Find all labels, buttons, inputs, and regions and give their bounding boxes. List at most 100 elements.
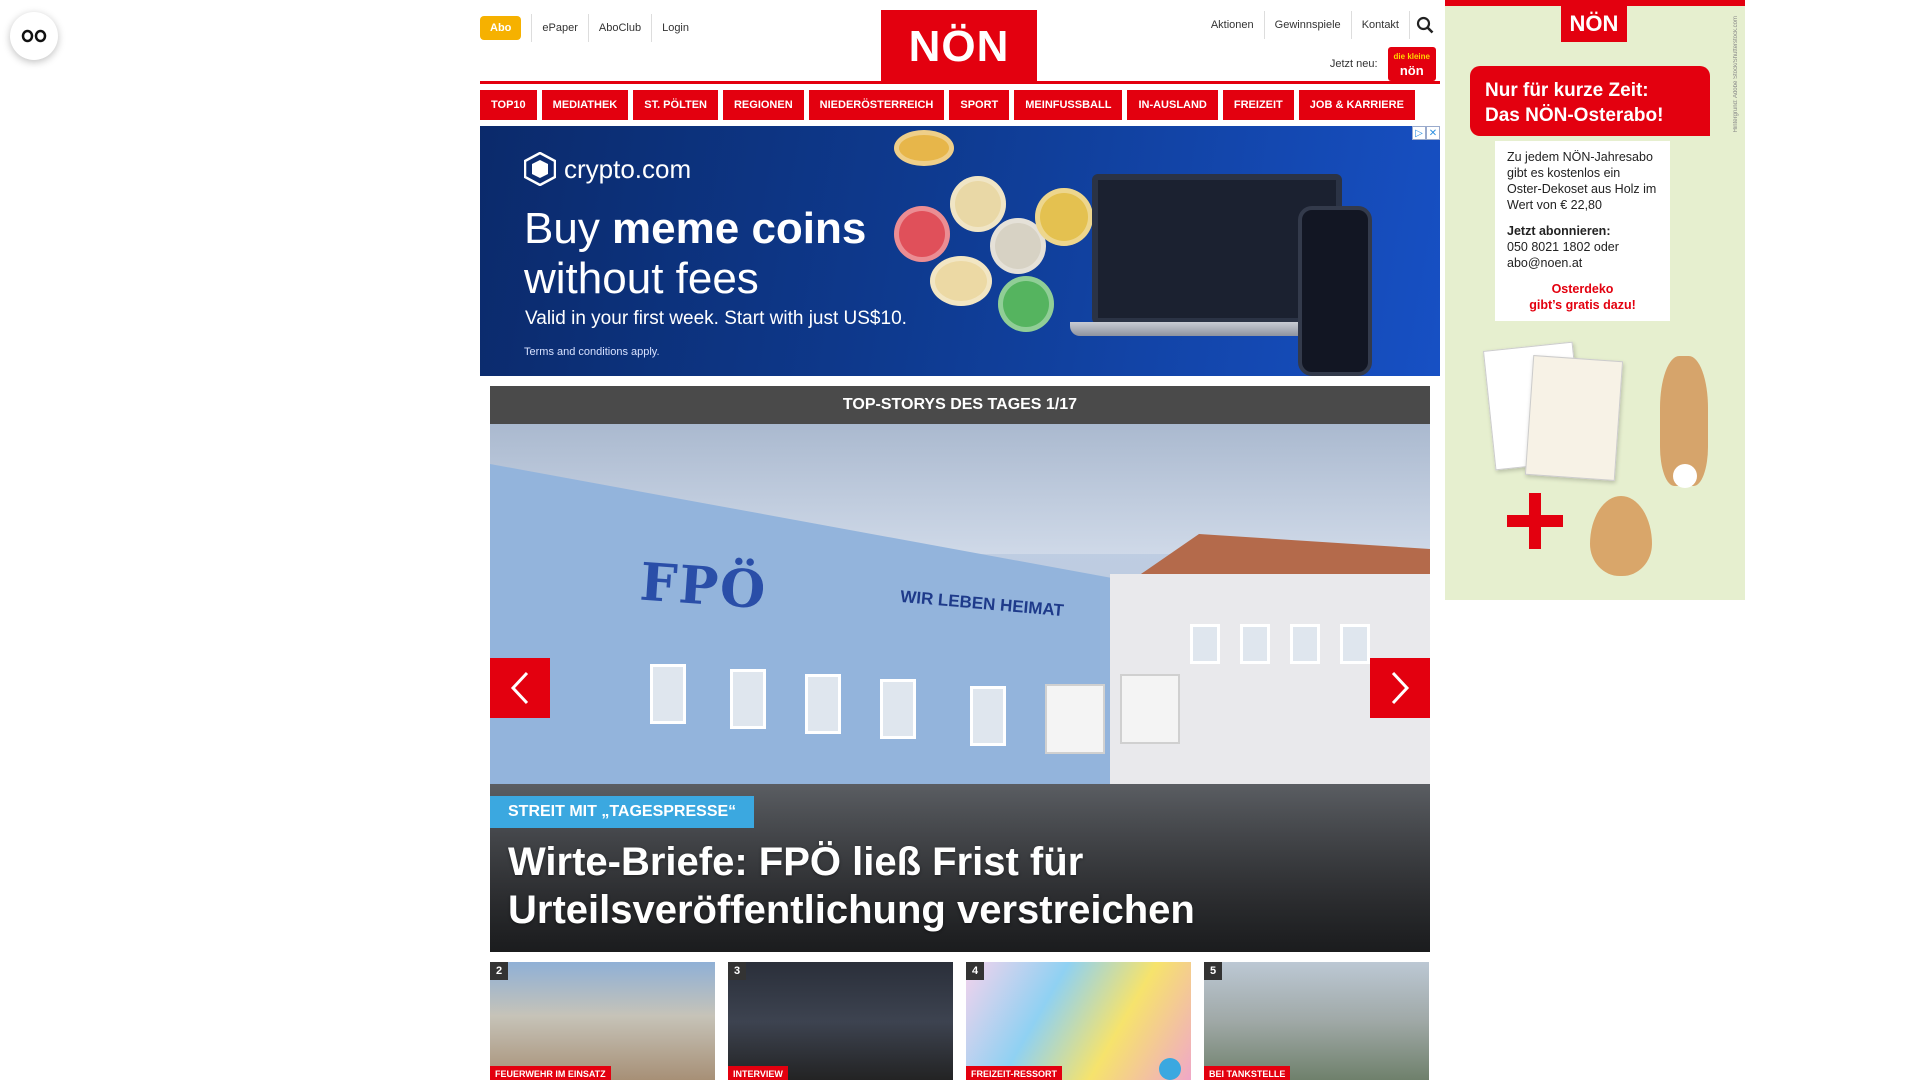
easter-egg-graphic [1590,496,1652,576]
plus-icon [1507,493,1563,549]
magazine-stack-graphic [1482,336,1624,481]
window [1190,624,1220,664]
coin-graphic [1035,188,1093,246]
next-story-button[interactable] [1370,658,1430,718]
coin-graphic [894,206,950,262]
window [1340,624,1370,664]
aboclub-link[interactable]: AboClub [589,14,653,42]
nav-item-freizeit[interactable]: FREIZEIT [1222,90,1294,120]
story-number: 4 [966,962,984,980]
side-ad-headline-line1: Nur für kurze Zeit: [1485,80,1649,101]
garage-door [1045,684,1105,754]
story-tag: FEUERWEHR IM EINSATZ [490,1066,611,1080]
kontakt-link[interactable]: Kontakt [1352,11,1410,39]
side-ad-promo: Osterdeko gibt’s gratis dazu! [1507,281,1658,313]
story-number: 3 [728,962,746,980]
nav-item-sport[interactable]: SPORT [949,90,1010,120]
phone-graphic [1298,206,1372,376]
chevron-left-icon [510,671,529,705]
story-number: 2 [490,962,508,980]
banner-ad[interactable]: crypto.com Buy meme coins without fees V… [480,126,1440,376]
window [1290,624,1320,664]
story-tag: INTERVIEW [728,1066,788,1080]
ad-headline: Buy meme coins without fees [524,204,866,304]
side-ad-subscribe-label: Jetzt abonnieren: [1507,224,1611,238]
side-ad-legal: Hintergrund: Adobe Stock/Shutterstock.co… [1733,16,1739,133]
side-ad-logo: NÖN [1561,6,1627,42]
garage-door [1120,674,1180,744]
story-thumbnail[interactable]: 3 INTERVIEW [728,962,953,1080]
window [805,674,841,734]
site-header: Abo ePaper AboClub Login NÖN Aktionen Ge… [480,0,1440,84]
ad-headline-plain: Buy [524,204,613,253]
window [970,686,1006,746]
ad-terms: Terms and conditions apply. [524,346,660,358]
hero-sign: FPÖ [638,551,770,622]
kleine-noen-badge-top: die kleine [1393,52,1430,61]
hero-story[interactable]: FPÖ WIR LEBEN HEIMAT STREIT MIT „TAGESPR… [490,424,1430,952]
bunny-tail-graphic [1673,464,1697,488]
page: Abo ePaper AboClub Login NÖN Aktionen Ge… [0,0,1920,1080]
gallery-icon [1159,1058,1181,1080]
nav-item-job-karriere[interactable]: JOB & KARRIERE [1298,90,1415,120]
kleine-noen-badge[interactable]: die kleine nön [1387,47,1436,81]
jetzt-neu: Jetzt neu: die kleine nön [1330,47,1436,81]
ad-choices[interactable]: ▷ ✕ [1412,126,1440,140]
side-ad-promo-line2: gibt’s gratis dazu! [1529,298,1636,312]
nav-item-regionen[interactable]: REGIONEN [722,90,804,120]
side-ad-headline: Nur für kurze Zeit: Das NÖN-Osterabo! [1470,66,1710,136]
story-thumbnail[interactable]: 5 BEI TANKSTELLE [1204,962,1429,1080]
nav-item-mediathek[interactable]: MEDIATHEK [541,90,629,120]
reader-mode-button[interactable] [10,12,58,60]
utility-nav-right: Aktionen Gewinnspiele Kontakt [1201,11,1440,39]
side-ad-headline-line2: Das NÖN-Osterabo! [1485,105,1664,126]
chevron-right-icon [1391,671,1410,705]
ad-headline-bold: meme coins [612,204,867,253]
utility-nav-left: Abo ePaper AboClub Login [480,14,699,42]
ad-headline-line2: without fees [524,254,759,303]
coin-graphic [930,256,992,306]
top-stories: TOP-STORYS DES TAGES 1/17 FPÖ WIR LEBEN … [490,386,1430,1080]
story-thumbnail[interactable]: 4 FREIZEIT-RESSORT [966,962,1191,1080]
close-icon[interactable]: ✕ [1426,126,1440,140]
gewinnspiele-link[interactable]: Gewinnspiele [1265,11,1352,39]
coin-graphic [998,276,1054,332]
main-column: Abo ePaper AboClub Login NÖN Aktionen Ge… [480,0,1440,1080]
abo-button[interactable]: Abo [480,16,522,40]
coin-graphic [894,130,954,166]
nav-item-meinfussball[interactable]: MEINFUSSBALL [1014,90,1123,120]
nav-item-niederoesterreich[interactable]: NIEDERÖSTERREICH [808,90,945,120]
story-tag: FREIZEIT-RESSORT [966,1066,1063,1080]
aktionen-link[interactable]: Aktionen [1201,11,1265,39]
ad-brand: crypto.com [524,152,691,186]
window [880,679,916,739]
epaper-link[interactable]: ePaper [532,14,589,42]
login-link[interactable]: Login [652,14,699,42]
hero-kicker: STREIT MIT „TAGESPRESSE“ [490,796,755,828]
side-ad-body: Zu jedem NÖN-Jahresabo gibt es kostenlos… [1507,150,1657,212]
story-thumbnail[interactable]: 2 FEUERWEHR IM EINSATZ [490,962,715,1080]
window [1240,624,1270,664]
nav-item-top10[interactable]: TOP10 [480,90,537,120]
hero-title[interactable]: Wirte-Briefe: FPÖ ließ Frist für Urteils… [508,838,1408,934]
top-stories-header: TOP-STORYS DES TAGES 1/17 [490,386,1430,424]
main-nav: TOP10 MEDIATHEK ST. PÖLTEN REGIONEN NIED… [480,90,1440,120]
site-logo[interactable]: NÖN [881,10,1037,84]
reader-mode-icon [21,29,47,43]
adchoices-icon[interactable]: ▷ [1412,126,1426,140]
search-icon[interactable] [1410,11,1440,39]
nav-item-st-poelten[interactable]: ST. PÖLTEN [633,90,718,120]
ad-brand-name: crypto.com [564,153,692,184]
nav-item-in-ausland[interactable]: IN-AUSLAND [1127,90,1218,120]
window [730,669,766,729]
ad-subline: Valid in your first week. Start with jus… [525,308,907,329]
coin-graphic [950,176,1006,232]
story-number: 5 [1204,962,1222,980]
window [650,664,686,724]
jetzt-neu-label: Jetzt neu: [1329,58,1378,70]
story-tag: BEI TANKSTELLE [1204,1066,1291,1080]
prev-story-button[interactable] [490,658,550,718]
story-thumbnails: 2 FEUERWEHR IM EINSATZ 3 INTERVIEW 4 FRE… [490,962,1430,1080]
sidebar-ad[interactable]: NÖN Hintergrund: Adobe Stock/Shutterstoc… [1445,0,1745,600]
side-ad-promo-line1: Osterdeko [1551,282,1614,296]
